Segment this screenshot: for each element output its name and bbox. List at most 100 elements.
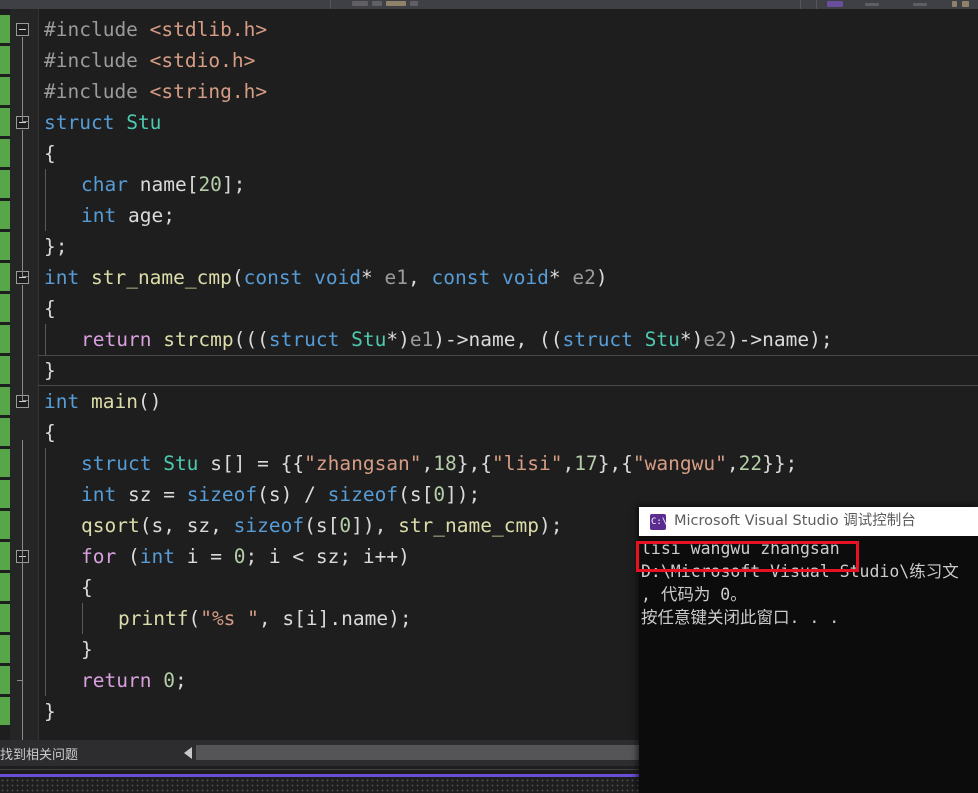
code-token: } (81, 638, 93, 661)
console-title-bar[interactable]: C:\ Microsoft Visual Studio 调试控制台 (639, 507, 978, 536)
change-tracking-margin (0, 9, 10, 740)
code-token: ); (809, 328, 833, 351)
code-token: },{ (597, 452, 633, 475)
code-line[interactable]: char name[20]; (38, 169, 245, 200)
code-token: 0 (339, 514, 352, 537)
code-token: const (431, 266, 491, 289)
code-token: 17 (574, 452, 598, 475)
code-token: ; (174, 669, 187, 692)
code-line[interactable]: } (38, 355, 56, 386)
code-token: str_name_cmp (90, 266, 232, 289)
code-token: e1 (409, 328, 434, 351)
code-token: , (163, 514, 187, 537)
code-token: s (282, 607, 295, 630)
code-token: <stdio.h> (149, 49, 256, 72)
code-token: () (137, 390, 162, 413)
code-token: 20 (198, 173, 222, 196)
code-line[interactable]: } (38, 696, 56, 727)
code-line[interactable]: int age; (38, 200, 175, 231)
code-token: i (268, 545, 281, 568)
code-line[interactable]: printf("%s ", s[i].name); (38, 603, 412, 634)
code-token: }}; (762, 452, 798, 475)
code-token: ]; (221, 173, 246, 196)
code-line[interactable]: } (38, 634, 93, 665)
visual-studio-window: #include <stdlib.h> #include <stdio.h> #in… (0, 0, 978, 793)
code-token: 0 (433, 483, 446, 506)
code-token: void (314, 266, 362, 289)
code-token: ( (304, 514, 316, 537)
code-token: return (81, 669, 152, 692)
code-token: struct (562, 328, 633, 351)
code-token: name (139, 173, 187, 196)
code-token: sz (315, 545, 340, 568)
code-token: ; (245, 545, 269, 568)
code-token: struct (44, 111, 115, 134)
code-line[interactable]: qsort(s, sz, sizeof(s[0]), str_name_cmp)… (38, 510, 562, 541)
code-token: 22 (738, 452, 763, 475)
code-line[interactable]: #include <stdlib.h> (38, 14, 267, 45)
fold-toggle-icon[interactable] (16, 23, 29, 36)
code-token: i (362, 545, 375, 568)
code-line[interactable]: int sz = sizeof(s) / sizeof(s[0]); (38, 479, 480, 510)
code-token: 0 (233, 545, 246, 568)
code-line[interactable]: struct Stu s[] = {{"zhangsan",18},{"lisi… (38, 448, 797, 479)
code-token: s (268, 483, 281, 506)
code-token: const (243, 266, 303, 289)
code-line[interactable]: { (38, 138, 56, 169)
code-line[interactable]: return 0; (38, 665, 187, 696)
code-token: return (81, 328, 152, 351)
code-line[interactable]: for (int i = 0; i < sz; i++) (38, 541, 410, 572)
code-token: 18 (433, 452, 457, 475)
left-arrow-icon[interactable] (184, 747, 192, 759)
code-token: <stdlib.h> (149, 18, 268, 41)
code-line[interactable]: }; (38, 231, 67, 262)
code-token: i (186, 545, 199, 568)
code-line[interactable]: { (38, 572, 93, 603)
code-token: ( (188, 607, 201, 630)
console-output[interactable]: lisi wangwu zhangsan D:\Microsoft Visual … (639, 536, 978, 793)
code-line[interactable]: int main() (38, 386, 161, 417)
code-line[interactable]: int str_name_cmp(const void* e1, const v… (38, 262, 608, 293)
code-token: } (44, 700, 56, 723)
code-token: { (44, 421, 56, 444)
code-line[interactable]: #include <string.h> (38, 76, 267, 107)
code-token: char (81, 173, 128, 196)
code-token: ++) (374, 545, 410, 568)
code-folding-gutter[interactable] (10, 9, 39, 742)
code-token: { (44, 142, 56, 165)
code-line[interactable]: struct Stu (38, 107, 161, 138)
code-token: = (198, 545, 234, 568)
code-token: sizeof (186, 483, 258, 506)
code-token: str_name_cmp (398, 514, 539, 537)
code-token: ); (388, 607, 412, 630)
code-token: void (501, 266, 549, 289)
code-token: }; (44, 235, 68, 258)
code-token: int (81, 204, 117, 227)
code-line[interactable]: return strcmp(((struct Stu*)e1)->name, (… (38, 324, 833, 355)
code-token: <string.h> (149, 80, 268, 103)
console-icon-glyph: C:\ (651, 517, 668, 527)
code-token: , (( (515, 328, 563, 351)
code-token: printf (118, 607, 189, 630)
code-line[interactable]: { (38, 293, 56, 324)
code-token: for (81, 545, 117, 568)
code-token: [ (294, 607, 306, 630)
code-token: , (562, 452, 575, 475)
code-token: e2 (703, 328, 727, 351)
code-line[interactable]: { (38, 417, 56, 448)
code-token: #include (44, 80, 150, 103)
code-token: ); (538, 514, 563, 537)
code-line[interactable]: #include <stdio.h> (38, 45, 255, 76)
code-token: ; (339, 545, 363, 568)
code-token: Stu (644, 328, 680, 351)
code-token: , (408, 266, 432, 289)
code-token: ( (257, 483, 269, 506)
code-token: #include (44, 49, 150, 72)
